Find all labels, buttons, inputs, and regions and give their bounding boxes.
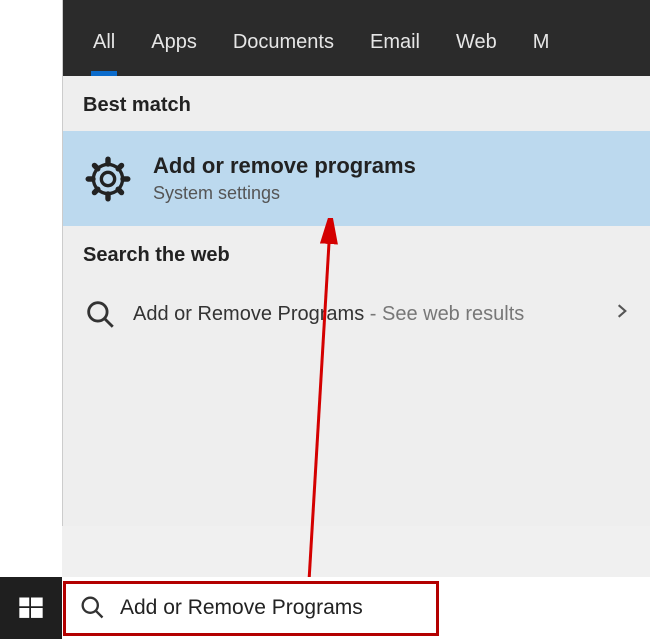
web-result-title: Add or Remove Programs [133,303,364,325]
web-result-text: Add or Remove Programs - See web results [133,301,606,328]
search-icon [78,593,108,623]
section-heading-best-match: Best match [63,76,650,131]
tab-web[interactable]: Web [438,22,515,76]
start-button[interactable] [0,577,62,639]
search-filter-tabs: All Apps Documents Email Web M [63,0,650,76]
web-search-result[interactable]: Add or Remove Programs - See web results [63,281,650,347]
gear-icon [83,154,133,204]
tab-apps[interactable]: Apps [133,22,215,76]
search-input[interactable] [120,596,650,620]
section-heading-search-web: Search the web [63,226,650,281]
best-match-subtitle: System settings [153,183,416,204]
tab-more[interactable]: M [515,22,568,76]
chevron-right-icon[interactable] [606,301,638,327]
left-margin-strip [0,0,62,577]
tab-email[interactable]: Email [352,22,438,76]
taskbar-search[interactable] [62,577,650,639]
taskbar [0,577,650,639]
best-match-result[interactable]: Add or remove programs System settings [63,131,650,226]
tab-all[interactable]: All [75,22,133,76]
best-match-text: Add or remove programs System settings [153,153,416,204]
tab-documents[interactable]: Documents [215,22,352,76]
web-result-suffix: - See web results [364,303,524,325]
best-match-title: Add or remove programs [153,153,416,179]
search-results-panel: All Apps Documents Email Web M Best matc… [62,0,650,526]
search-icon [83,297,117,331]
